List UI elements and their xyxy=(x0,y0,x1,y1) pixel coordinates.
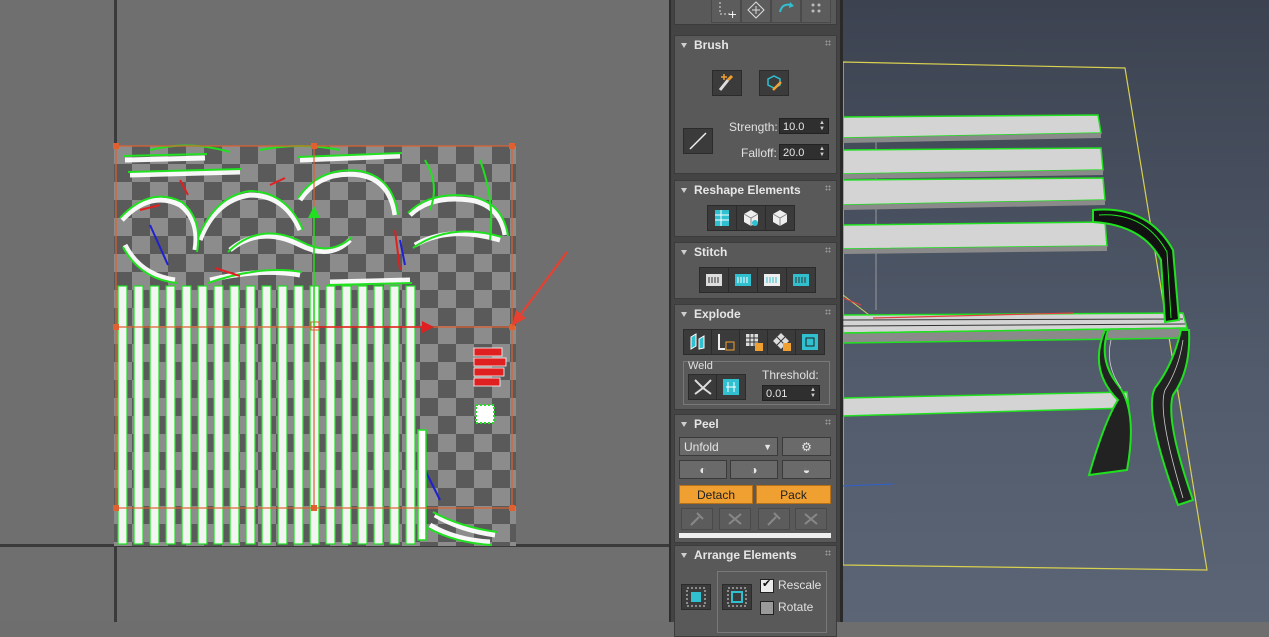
tools-rollout: + xyxy=(674,0,837,25)
stitch-rollout-title[interactable]: Stitch xyxy=(681,245,727,259)
stitch-custom-icon[interactable] xyxy=(699,267,729,293)
peel-icon: ◐ xyxy=(699,463,707,477)
live-peel-icon: ◒ xyxy=(802,463,811,477)
live-peel-button[interactable]: ◒ xyxy=(782,460,831,479)
pack-together-icon[interactable] xyxy=(722,584,752,610)
uv-plank-strip xyxy=(373,285,384,545)
uv-plank-strip xyxy=(197,285,208,545)
stitch-source-icon[interactable] xyxy=(728,267,758,293)
threshold-spinner[interactable]: 0.01 ▲ ▼ xyxy=(762,385,820,401)
strength-spinner[interactable]: 10.0 ▲ ▼ xyxy=(779,118,829,134)
relax-cube-icon[interactable] xyxy=(765,205,795,231)
relax-brush-icon[interactable] xyxy=(759,70,789,96)
loop-select-icon[interactable] xyxy=(801,0,831,23)
rollout-grip[interactable] xyxy=(825,550,831,556)
split-by-material-icon[interactable] xyxy=(739,329,769,355)
arrange-options-group: ✔ Rescale Rotate xyxy=(717,571,827,633)
weld-label: Weld xyxy=(688,360,713,372)
uv-plank-strip xyxy=(133,285,144,545)
gear-icon: ⚙ xyxy=(801,440,812,454)
progress-bar xyxy=(679,533,831,538)
rollout-grip[interactable] xyxy=(825,419,831,425)
detach-button[interactable]: Detach xyxy=(679,485,753,504)
uv-plank-strip xyxy=(229,285,240,545)
uv-plank-strip xyxy=(245,285,256,545)
peel-settings-button[interactable]: ⚙ xyxy=(782,437,831,456)
add-select-icon[interactable]: + xyxy=(711,0,741,23)
uv-plank-strip xyxy=(181,285,192,545)
chevron-down-icon: ▼ xyxy=(763,442,772,452)
pack-button[interactable]: Pack xyxy=(756,485,831,504)
unpin-all-icon[interactable] xyxy=(795,508,827,530)
peel-mode-button[interactable]: ◑ xyxy=(730,460,778,479)
weld-selected-icon[interactable] xyxy=(688,374,718,400)
rotate-checkbox[interactable] xyxy=(760,601,774,615)
strength-label: Strength: xyxy=(729,120,778,134)
break-icon[interactable] xyxy=(683,329,713,355)
rotate-label: Rotate xyxy=(778,600,814,614)
rotate-add-icon[interactable] xyxy=(771,0,801,23)
uv-plank-strip xyxy=(293,285,304,545)
split-by-smoothing-icon[interactable] xyxy=(711,329,741,355)
peel-mode-icon: ◑ xyxy=(750,463,758,477)
weld-threshold-icon[interactable] xyxy=(716,374,746,400)
rescale-label: Rescale xyxy=(778,578,822,592)
grid-select-icon[interactable] xyxy=(741,0,771,23)
svg-text:+: + xyxy=(728,8,736,20)
bench-model xyxy=(843,61,1208,571)
reshape-rollout-title[interactable]: Reshape Elements xyxy=(681,183,801,197)
uv-plank-strip xyxy=(261,285,272,545)
peel-rollout: Peel Unfold ▼ ⚙ ◐ ◑ ◒ Detach Pack xyxy=(674,414,837,543)
uv-plank-strip xyxy=(165,285,176,545)
paint-move-icon[interactable] xyxy=(712,70,742,96)
quick-peel-button[interactable]: ◐ xyxy=(679,460,727,479)
arrange-elements-rollout: Arrange Elements ✔ Rescale Rotate xyxy=(674,545,837,637)
stitch-target-icon[interactable] xyxy=(786,267,816,293)
peel-mode-dropdown[interactable]: Unfold ▼ xyxy=(679,437,778,456)
modifier-panel: + Brush Strength: 10.0 ▲ ▼ Falloff: 20.0 ▲ xyxy=(669,0,842,637)
checkmark-icon: ✔ xyxy=(762,578,772,590)
falloff-spinner[interactable]: 20.0 ▲ ▼ xyxy=(779,144,829,160)
explode-rollout: Explode Weld Threshold: 0.01 ▲ ▼ xyxy=(674,304,837,410)
reshape-elements-rollout: Reshape Elements xyxy=(674,180,837,237)
uv-plank-strip xyxy=(117,285,128,545)
uv-plank-strip xyxy=(341,285,352,545)
brush-rollout-title[interactable]: Brush xyxy=(681,38,729,52)
straighten-icon[interactable] xyxy=(707,205,737,231)
uv-plank-strip xyxy=(389,285,400,545)
uv-plank-strip xyxy=(405,285,416,545)
explode-rollout-title[interactable]: Explode xyxy=(681,307,741,321)
flatten-by-element-icon[interactable] xyxy=(795,329,825,355)
uv-plank-strip xyxy=(213,285,224,545)
rollout-grip[interactable] xyxy=(825,185,831,191)
pack-normalize-icon[interactable] xyxy=(681,584,711,610)
relax-element-icon[interactable] xyxy=(736,205,766,231)
uv-plank-strip xyxy=(325,285,336,545)
uv-plank-strip xyxy=(277,285,288,545)
split-by-uv-icon[interactable] xyxy=(767,329,797,355)
threshold-label: Threshold: xyxy=(762,368,819,382)
rollout-grip[interactable] xyxy=(825,40,831,46)
perspective-viewport[interactable] xyxy=(843,0,1269,622)
uv-plank-strip xyxy=(149,285,160,545)
brush-rollout: Brush Strength: 10.0 ▲ ▼ Falloff: 20.0 ▲ ▼ xyxy=(674,35,837,174)
stitch-average-icon[interactable] xyxy=(757,267,787,293)
pin-icon[interactable] xyxy=(681,508,713,530)
falloff-label: Falloff: xyxy=(741,146,777,160)
weld-group: Weld Threshold: 0.01 ▲ ▼ xyxy=(683,360,830,405)
peel-rollout-title[interactable]: Peel xyxy=(681,417,719,431)
arrange-rollout-title[interactable]: Arrange Elements xyxy=(681,548,797,562)
uv-islands xyxy=(113,143,568,546)
pin-edges-icon[interactable] xyxy=(758,508,790,530)
unpin-icon[interactable] xyxy=(719,508,751,530)
falloff-curve-icon[interactable] xyxy=(683,128,713,154)
stitch-rollout: Stitch xyxy=(674,242,837,299)
rollout-grip[interactable] xyxy=(825,247,831,253)
rollout-grip[interactable] xyxy=(825,309,831,315)
uv-plank-strip xyxy=(357,285,368,545)
uv-editor-viewport[interactable] xyxy=(0,0,669,622)
rescale-checkbox[interactable]: ✔ xyxy=(760,578,774,593)
